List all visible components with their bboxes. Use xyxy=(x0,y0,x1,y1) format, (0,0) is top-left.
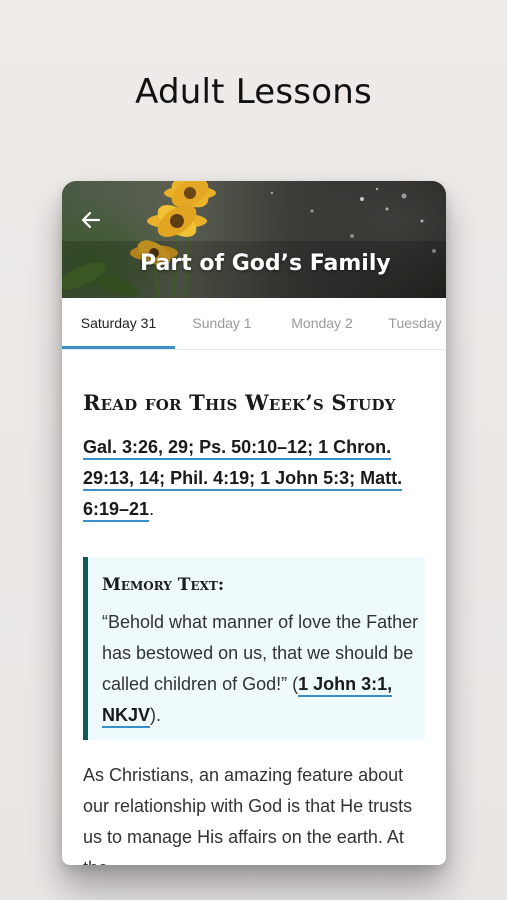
scripture-references: Gal. 3:26, 29; Ps. 50:10–12; 1 Chron. 29… xyxy=(83,432,428,525)
hero-banner: Part of God’s Family xyxy=(62,181,446,298)
separator: ; xyxy=(188,437,200,460)
separator: ; xyxy=(249,468,261,491)
tab-tuesday[interactable]: Tuesday xyxy=(375,298,446,349)
memory-text: “Behold what manner of love the Father h… xyxy=(102,607,420,731)
scripture-link[interactable]: Ps. 50:10–12 xyxy=(199,437,308,460)
phone-screen: Part of God’s Family Saturday 31 Sunday … xyxy=(62,181,446,865)
promo-title: Adult Lessons xyxy=(135,72,372,112)
arrow-left-icon[interactable] xyxy=(80,209,102,231)
scripture-link[interactable]: 1 John 5:3 xyxy=(260,468,350,491)
memory-text-label: Memory Text: xyxy=(102,575,225,595)
period: . xyxy=(149,499,155,519)
hero-flower-image xyxy=(62,181,446,298)
lesson-title: Part of God’s Family xyxy=(140,251,391,276)
section-heading: Read for This Week’s Study xyxy=(83,390,396,415)
memory-text-box: Memory Text: “Behold what manner of love… xyxy=(83,557,425,740)
memory-close: ). xyxy=(150,705,162,725)
scripture-link[interactable]: Phil. 4:19 xyxy=(170,468,250,491)
tab-saturday[interactable]: Saturday 31 xyxy=(62,298,175,349)
separator: ; xyxy=(307,437,319,460)
day-tabs: Saturday 31 Sunday 1 Monday 2 Tuesday xyxy=(62,298,446,350)
tab-sunday[interactable]: Sunday 1 xyxy=(175,298,269,349)
separator: ; xyxy=(159,468,171,491)
lesson-body-text: As Christians, an amazing feature about … xyxy=(83,765,413,865)
tab-monday[interactable]: Monday 2 xyxy=(269,298,375,349)
separator: ; xyxy=(349,468,361,491)
active-tab-indicator xyxy=(62,346,175,349)
lesson-content: Read for This Week’s Study Gal. 3:26, 29… xyxy=(62,350,446,865)
scripture-link[interactable]: Gal. 3:26, 29 xyxy=(83,437,189,460)
